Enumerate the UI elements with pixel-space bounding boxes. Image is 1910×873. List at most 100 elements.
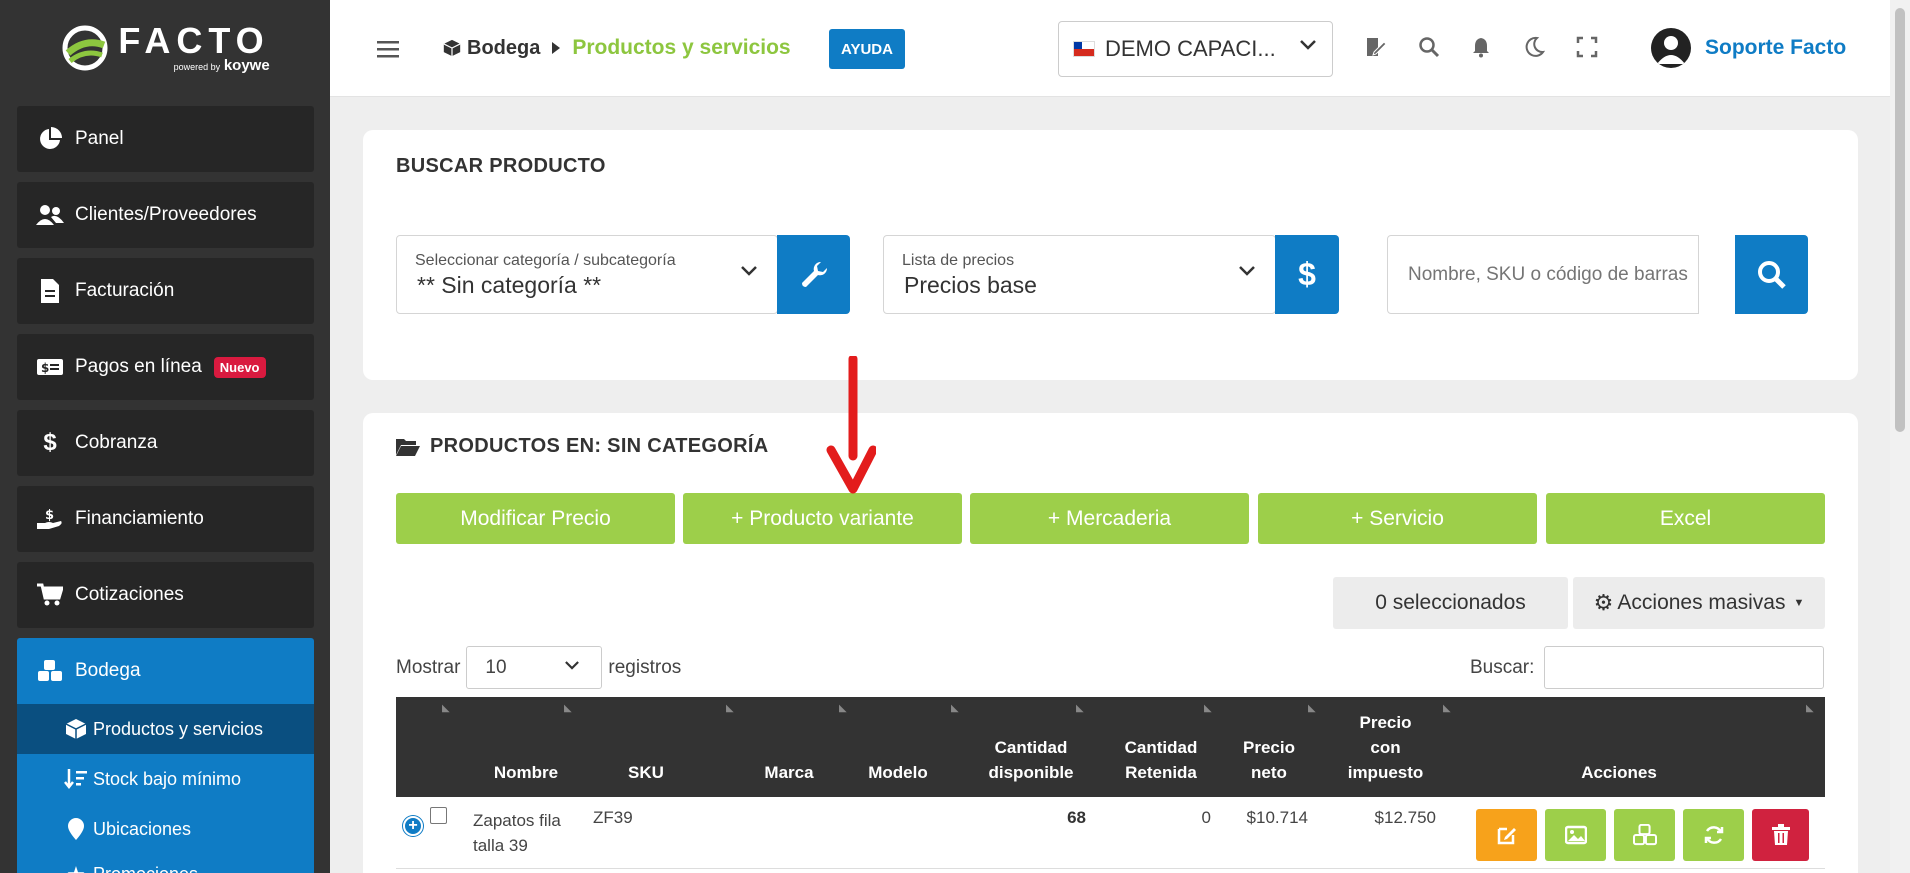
company-name: DEMO CAPACI...: [1105, 36, 1276, 61]
product-images-button[interactable]: [1545, 809, 1606, 861]
col-header-marca[interactable]: Marca: [749, 760, 829, 785]
col-header-modelo[interactable]: Modelo: [853, 760, 943, 785]
box-icon: [63, 718, 89, 740]
chevron-down-icon: [1239, 266, 1255, 276]
category-select-label: Seleccionar categoría / subcategoría: [415, 252, 676, 269]
breadcrumb-root[interactable]: Bodega: [443, 37, 540, 60]
caret-down-icon: ▼: [1793, 597, 1805, 609]
sidebar-item-facturacion[interactable]: Facturación: [17, 258, 314, 324]
sidebar-item-pagos[interactable]: $ Pagos en línea Nuevo: [17, 334, 314, 400]
delete-product-button[interactable]: [1752, 809, 1809, 861]
sidebar-item-clientes[interactable]: Clientes/Proveedores: [17, 182, 314, 248]
sort-icon[interactable]: ◣: [839, 703, 849, 714]
add-service-button[interactable]: + Servicio: [1258, 493, 1537, 544]
sidebar-subitem-promociones[interactable]: ★ Promociones: [17, 854, 314, 873]
product-search-input[interactable]: [1387, 235, 1699, 314]
svg-text:$: $: [45, 508, 54, 523]
hand-money-icon: $: [35, 504, 65, 534]
category-settings-button[interactable]: [777, 235, 850, 314]
page-scrollbar[interactable]: [1890, 0, 1910, 873]
cell-cantidad-disponible: 68: [1067, 808, 1086, 827]
users-icon: [35, 200, 65, 230]
page-length-select[interactable]: 10: [466, 646, 603, 689]
product-sync-button[interactable]: [1683, 809, 1744, 861]
col-header-sku[interactable]: SKU: [616, 760, 676, 785]
money-card-icon: $: [35, 352, 65, 382]
add-variant-product-button[interactable]: + Producto variante: [683, 493, 962, 544]
cell-nombre: Zapatos fila talla 39: [473, 811, 561, 855]
sidebar-nav: Panel Clientes/Proveedores Facturación $…: [17, 106, 314, 873]
col-header-precio-neto[interactable]: Precio neto: [1234, 735, 1304, 785]
chile-flag-icon: [1073, 41, 1095, 57]
sidebar-item-cotizaciones[interactable]: Cotizaciones: [17, 562, 314, 628]
product-stock-button[interactable]: [1614, 809, 1675, 861]
table-search-input[interactable]: [1544, 646, 1825, 689]
sidebar-item-panel[interactable]: Panel: [17, 106, 314, 172]
scrollbar-thumb[interactable]: [1895, 8, 1905, 432]
bell-icon[interactable]: [1470, 36, 1492, 63]
sidebar-subitem-productos[interactable]: Productos y servicios: [17, 704, 314, 754]
help-button[interactable]: AYUDA: [829, 29, 905, 69]
col-header-cantidad-retenida[interactable]: Cantidad Retenida: [1111, 735, 1211, 785]
boxes-icon: [1632, 824, 1657, 846]
excel-export-button[interactable]: Excel: [1546, 493, 1825, 544]
box-icon: [443, 39, 461, 57]
bulk-actions-dropdown[interactable]: ⚙ Acciones masivas ▼: [1573, 577, 1825, 629]
gear-icon: ⚙: [1593, 590, 1614, 615]
sort-icon[interactable]: ◣: [951, 703, 961, 714]
row-checkbox[interactable]: [430, 807, 447, 824]
search-icon[interactable]: [1418, 36, 1440, 63]
sort-icon[interactable]: ◣: [1308, 703, 1318, 714]
sidebar-item-label: Facturación: [75, 280, 175, 301]
modify-price-button[interactable]: Modificar Precio: [396, 493, 675, 544]
document-icon: [35, 276, 65, 306]
company-selector[interactable]: DEMO CAPACI...: [1058, 21, 1333, 77]
chevron-down-icon: [1300, 40, 1316, 50]
show-label: Mostrar: [396, 656, 461, 678]
price-list-select[interactable]: Lista de precios Precios base: [883, 235, 1276, 314]
sidebar-item-bodega: Bodega Productos y servicios Stock bajo …: [17, 638, 314, 873]
sort-icon[interactable]: ◣: [1806, 703, 1816, 714]
price-list-button[interactable]: $: [1275, 235, 1339, 314]
col-header-precio-impuesto[interactable]: Precio con impuesto: [1338, 710, 1433, 785]
product-search-button[interactable]: [1735, 235, 1808, 314]
menu-toggle-icon[interactable]: [377, 40, 399, 63]
sidebar-item-label: Cotizaciones: [75, 584, 184, 605]
search-product-card: BUSCAR PRODUCTO Seleccionar categoría / …: [363, 130, 1858, 380]
sort-icon[interactable]: ◣: [1076, 703, 1086, 714]
add-merchandise-button[interactable]: + Mercaderia: [970, 493, 1249, 544]
table-search-label: Buscar:: [1470, 656, 1535, 678]
cell-precio-neto: $10.714: [1246, 808, 1308, 827]
avatar: [1651, 28, 1691, 68]
sort-icon[interactable]: ◣: [1204, 703, 1214, 714]
sidebar-item-bodega-header[interactable]: Bodega: [17, 638, 314, 704]
col-header-acciones: Acciones: [1581, 763, 1657, 782]
col-header-cantidad-disponible[interactable]: Cantidad disponible: [976, 735, 1086, 785]
edit-product-button[interactable]: [1476, 809, 1537, 861]
category-select[interactable]: Seleccionar categoría / subcategoría ** …: [396, 235, 778, 314]
user-menu[interactable]: Soporte Facto: [1651, 28, 1846, 68]
expand-row-icon[interactable]: +: [403, 816, 423, 836]
image-icon: [1564, 825, 1587, 845]
facto-swoosh-icon: [62, 25, 108, 71]
sidebar-item-financiamiento[interactable]: $ Financiamiento: [17, 486, 314, 552]
col-header-nombre[interactable]: Nombre: [481, 760, 571, 785]
table-row: + Zapatos fila talla 39 ZF39 68 0 $10.714…: [396, 797, 1825, 869]
search-icon: [1757, 260, 1786, 289]
fullscreen-icon[interactable]: [1576, 36, 1598, 63]
sidebar-subitem-stock[interactable]: Stock bajo mínimo: [17, 754, 314, 804]
dark-mode-moon-icon[interactable]: [1523, 36, 1546, 63]
sidebar-subitem-ubicaciones[interactable]: Ubicaciones: [17, 804, 314, 854]
edit-document-icon[interactable]: [1365, 36, 1387, 63]
chevron-down-icon: [741, 266, 757, 276]
sort-icon[interactable]: ◣: [564, 703, 574, 714]
topbar: Bodega Productos y servicios AYUDA DEMO …: [330, 0, 1890, 97]
facto-logo[interactable]: FACTO powered by koywe: [0, 0, 330, 96]
sort-icon[interactable]: ◣: [1443, 703, 1453, 714]
cart-icon: [35, 580, 65, 610]
sort-icon[interactable]: ◣: [442, 703, 452, 714]
trash-icon: [1771, 824, 1790, 845]
sidebar-item-cobranza[interactable]: $ Cobranza: [17, 410, 314, 476]
sort-icon[interactable]: ◣: [726, 703, 736, 714]
sort-down-icon: [63, 768, 89, 790]
